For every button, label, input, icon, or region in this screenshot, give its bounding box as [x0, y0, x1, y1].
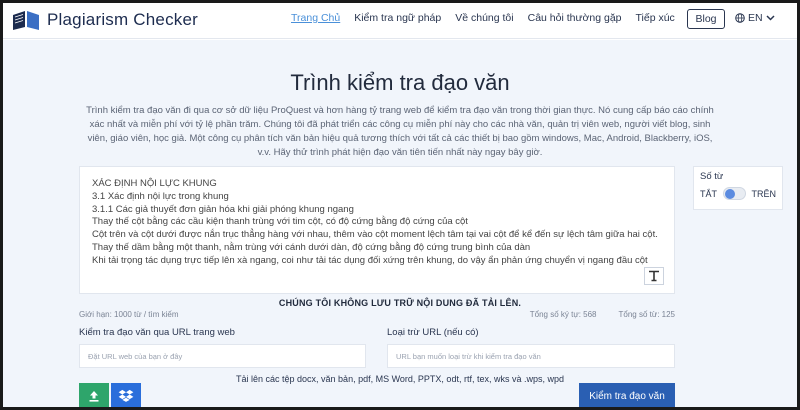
nav-link-home[interactable]: Trang Chủ: [291, 12, 340, 24]
char-count: Tổng số ký tự: 568: [529, 310, 597, 319]
word-count: Tổng số từ: 125: [618, 310, 676, 319]
nav-link-grammar-check[interactable]: Kiểm tra ngữ pháp: [354, 12, 441, 24]
chevron-down-icon: [766, 15, 775, 21]
limits-row: Giới hạn: 1000 từ / tìm kiếm Tổng số ký …: [79, 310, 675, 319]
toggle-on-label: TRÊN: [751, 188, 777, 199]
language-label: EN: [748, 12, 763, 24]
dropbox-upload-button[interactable]: [111, 383, 141, 407]
privacy-notice: CHÚNG TÔI KHÔNG LƯU TRỮ NỘI DUNG ĐÃ TẢI …: [278, 298, 522, 308]
main-nav: Trang Chủ Kiểm tra ngữ pháp Về chúng tôi…: [291, 12, 689, 24]
dropbox-icon: [118, 389, 134, 402]
text-format-icon-glyph: [649, 270, 659, 282]
word-count-toggle[interactable]: [723, 187, 746, 200]
page-description: Trình kiểm tra đạo văn đi qua cơ sở dữ l…: [86, 105, 714, 158]
upload-icon: [89, 391, 99, 402]
text-input-area[interactable]: XÁC ĐỊNH NỘI LỰC KHUNG 3.1 Xác định nội …: [79, 166, 675, 294]
toggle-off-label: TẮT: [700, 188, 717, 199]
book-logo-icon: [13, 11, 39, 30]
editor-line: Thay thế dầm bằng một thanh, nằm trùng v…: [92, 241, 531, 253]
page-title: Trình kiểm tra đạo văn: [290, 70, 510, 95]
language-selector[interactable]: EN: [735, 12, 775, 24]
globe-icon: [735, 13, 745, 23]
word-count-toggle-row: TẮT TRÊN: [700, 187, 776, 200]
word-count-title: Số từ: [700, 171, 724, 182]
word-limit-text: Giới hạn: 1000 từ / tìm kiếm: [79, 310, 179, 319]
editor-line: Khi tải trọng tác dụng trực tiếp lên xà …: [92, 254, 648, 266]
editor-line: Thay thế cột bằng các cầu kiện thanh trù…: [92, 216, 468, 228]
page-frame: Plagiarism Checker Trang Chủ Kiểm tra ng…: [0, 0, 800, 410]
logo[interactable]: Plagiarism Checker: [11, 7, 198, 33]
logo-text: Plagiarism Checker: [47, 10, 198, 29]
check-plagiarism-button[interactable]: Kiểm tra đạo văn: [579, 383, 675, 407]
nav-link-contact[interactable]: Tiếp xúc: [636, 12, 675, 24]
word-count-panel: Số từ TẮT TRÊN: [693, 166, 783, 210]
blog-button[interactable]: Blog: [687, 9, 725, 29]
counts-group: Tổng số ký tự: 568 Tổng số từ: 125: [530, 310, 675, 319]
exclude-url-label: Loại trừ URL (nếu có): [387, 327, 479, 338]
nav-link-about-us[interactable]: Về chúng tôi: [455, 12, 513, 24]
editor-line: 3.1.1 Các giả thuyết đơn giản hóa khi gi…: [92, 203, 354, 215]
nav-link-faq[interactable]: Câu hỏi thường gặp: [528, 12, 622, 24]
text-format-icon[interactable]: [644, 267, 664, 285]
url-input[interactable]: Đặt URL web của bạn ở đây: [79, 344, 366, 368]
upload-file-button[interactable]: [79, 383, 109, 407]
editor-line: 3.1 Xác định nội lực trong khung: [92, 190, 229, 202]
url-check-label: Kiểm tra đạo văn qua URL trang web: [79, 327, 235, 338]
top-navigation-bar: Plagiarism Checker Trang Chủ Kiểm tra ng…: [3, 3, 797, 39]
toggle-knob: [725, 189, 735, 199]
editor-line: Cột trên và cột dưới được nắn trục thẳng…: [92, 229, 658, 241]
editor-line: XÁC ĐỊNH NỘI LỰC KHUNG: [92, 178, 217, 189]
main-content: Trình kiểm tra đạo văn Trình kiểm tra đạ…: [3, 40, 797, 407]
exclude-url-input[interactable]: URL bạn muốn loại trừ khi kiểm tra đạo v…: [387, 344, 675, 368]
